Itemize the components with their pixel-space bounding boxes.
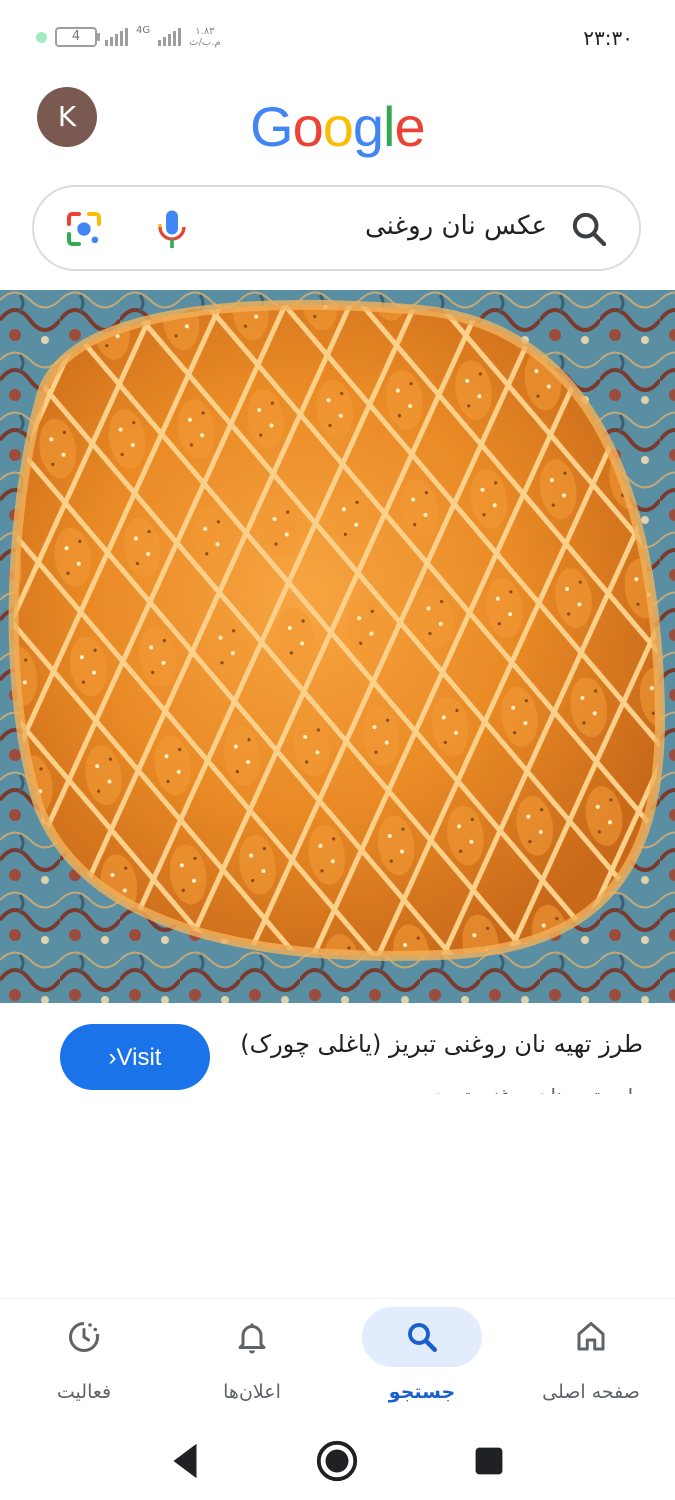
system-nav xyxy=(0,1420,675,1500)
search-icon[interactable] xyxy=(569,209,609,249)
nav-label-activity: فعالیت xyxy=(56,1381,112,1403)
visit-label: Visit xyxy=(116,1044,162,1071)
search-icon xyxy=(408,1323,437,1352)
nav-label-search: جستجو xyxy=(388,1381,456,1403)
search-input[interactable]: عکس نان روغنی xyxy=(365,211,547,241)
home-button-icon[interactable] xyxy=(314,1438,360,1484)
status-bar: 4 4G ۱.۸۳ م.ب/ث ۲۳:۳۰ xyxy=(0,0,675,76)
nav-item-notifications[interactable]: اعلان‌ها xyxy=(168,1299,336,1421)
nav-item-activity[interactable]: فعالیت xyxy=(0,1299,168,1421)
battery-icon: 4 xyxy=(55,27,100,47)
result-subtitle: طرز تهیه نان روغنی تبریز xyxy=(203,1078,643,1094)
logo-letter: o xyxy=(322,95,354,158)
avatar[interactable]: K xyxy=(37,87,97,147)
search-box[interactable]: عکس نان روغنی xyxy=(32,185,641,271)
logo-letter: g xyxy=(352,95,384,158)
logo-letter: G xyxy=(250,95,294,158)
bell-icon xyxy=(238,1323,266,1354)
speed-value: ۱.۸۳ xyxy=(195,26,215,37)
status-time: ۲۳:۳۰ xyxy=(583,26,633,50)
result-title[interactable]: طرز تهیه نان روغنی تبریز (یاغلی چورک) xyxy=(203,1030,643,1058)
bottom-nav: فعالیت اعلان‌ها جستجو صفحه اصلی xyxy=(0,1298,675,1421)
visit-button[interactable]: ›Visit xyxy=(60,1024,210,1090)
bread-photo xyxy=(0,290,675,1003)
logo-letter: e xyxy=(394,95,425,158)
privacy-dot-icon xyxy=(36,31,47,43)
nav-label-home: صفحه اصلی xyxy=(542,1381,640,1403)
mic-icon[interactable] xyxy=(154,207,190,253)
back-icon[interactable] xyxy=(162,1438,208,1484)
signal-2-icon xyxy=(158,28,182,46)
network-speed: ۱.۸۳ م.ب/ث xyxy=(189,26,221,48)
external-link-icon: › xyxy=(108,1044,117,1071)
nav-item-home[interactable]: صفحه اصلی xyxy=(507,1299,675,1421)
recents-icon[interactable] xyxy=(466,1438,512,1484)
home-icon xyxy=(577,1322,605,1351)
status-indicators: 4 4G ۱.۸۳ م.ب/ث xyxy=(36,22,221,52)
google-logo: Google xyxy=(250,94,426,159)
nav-label-notifications: اعلان‌ها xyxy=(223,1381,281,1403)
speed-unit: م.ب/ث xyxy=(189,37,221,48)
signal-icon xyxy=(105,28,128,46)
nav-item-search[interactable]: جستجو xyxy=(338,1299,506,1421)
network-type: 4G xyxy=(136,25,151,36)
logo-letter: l xyxy=(383,95,395,158)
lens-icon[interactable] xyxy=(64,209,104,249)
logo-letter: o xyxy=(292,95,324,158)
result-image[interactable] xyxy=(0,290,675,1003)
activity-icon xyxy=(69,1322,100,1352)
battery-level: 4 xyxy=(71,29,81,44)
